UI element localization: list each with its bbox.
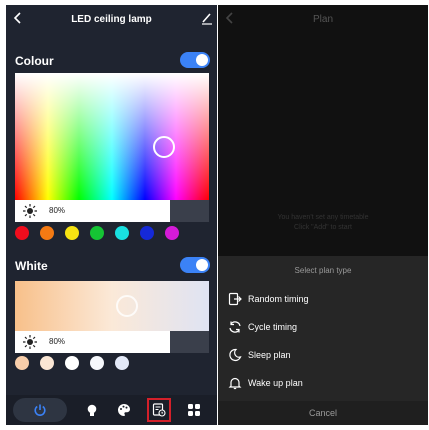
colour-toggle[interactable] xyxy=(180,52,210,68)
grid-icon xyxy=(188,404,200,416)
tab-scene[interactable] xyxy=(112,398,136,422)
white-picker-cursor[interactable] xyxy=(116,295,138,317)
white-swatch[interactable] xyxy=(40,356,54,370)
white-swatch[interactable] xyxy=(15,356,29,370)
white-swatch[interactable] xyxy=(115,356,129,370)
page-title: Plan xyxy=(312,14,333,25)
edit-icon[interactable] xyxy=(201,11,213,25)
white-temperature-picker[interactable] xyxy=(15,281,209,331)
tab-light[interactable] xyxy=(80,398,104,422)
colour-brightness-slider[interactable]: 80% xyxy=(15,200,209,222)
random-timing-icon xyxy=(228,292,242,306)
tab-schedule[interactable] xyxy=(147,398,171,422)
colour-swatch[interactable] xyxy=(65,226,79,240)
colour-picker[interactable] xyxy=(15,73,209,200)
colour-brightness-value: 80% xyxy=(49,206,66,215)
option-random-timing[interactable]: Random timing xyxy=(228,289,418,309)
colour-picker-cursor[interactable] xyxy=(153,136,175,158)
empty-state-line: You haven't set any timetable xyxy=(277,214,369,221)
plan-screen: Plan You haven't set any timetable Click… xyxy=(218,5,428,425)
tab-power[interactable] xyxy=(13,398,67,422)
colour-section-label: Colour xyxy=(15,54,54,68)
bottom-tab-bar xyxy=(6,395,217,425)
option-label: Sleep plan xyxy=(248,350,291,360)
cancel-button[interactable]: Cancel xyxy=(218,401,428,425)
bell-icon xyxy=(228,377,242,390)
colour-swatch[interactable] xyxy=(90,226,104,240)
lamp-control-screen: LED ceiling lamp Colour 80% White 80% xyxy=(6,5,217,425)
power-icon xyxy=(34,404,46,416)
tab-more[interactable] xyxy=(182,398,206,422)
white-swatch[interactable] xyxy=(65,356,79,370)
sheet-title: Select plan type xyxy=(294,266,352,275)
colour-swatch[interactable] xyxy=(15,226,29,240)
moon-icon xyxy=(229,348,242,361)
empty-state-line: Click "Add" to start xyxy=(294,224,352,231)
schedule-icon xyxy=(152,403,166,417)
option-wake-up-plan[interactable]: Wake up plan xyxy=(228,373,418,393)
colour-swatch[interactable] xyxy=(40,226,54,240)
bulb-icon xyxy=(87,404,97,416)
option-label: Wake up plan xyxy=(248,378,303,388)
option-label: Random timing xyxy=(248,294,309,304)
page-title: LED ceiling lamp xyxy=(71,14,152,25)
sun-icon xyxy=(23,204,37,218)
colour-brightness-fill xyxy=(15,200,171,222)
plan-type-sheet: Select plan type Random timing Cycle tim… xyxy=(218,256,428,425)
colour-swatch[interactable] xyxy=(140,226,154,240)
white-brightness-value: 80% xyxy=(49,337,66,346)
sun-icon xyxy=(23,335,37,349)
white-brightness-slider[interactable]: 80% xyxy=(15,331,209,353)
white-brightness-fill xyxy=(15,331,171,353)
option-label: Cycle timing xyxy=(248,322,298,332)
header: LED ceiling lamp xyxy=(6,5,217,35)
white-swatch[interactable] xyxy=(90,356,104,370)
cycle-icon xyxy=(229,321,241,333)
option-cycle-timing[interactable]: Cycle timing xyxy=(228,317,418,337)
white-section-label: White xyxy=(15,259,48,273)
empty-state: You haven't set any timetable Click "Add… xyxy=(218,213,428,233)
white-toggle[interactable] xyxy=(180,257,210,273)
palette-icon xyxy=(118,404,130,416)
colour-swatch[interactable] xyxy=(165,226,179,240)
colour-swatch[interactable] xyxy=(115,226,129,240)
option-sleep-plan[interactable]: Sleep plan xyxy=(228,345,418,365)
